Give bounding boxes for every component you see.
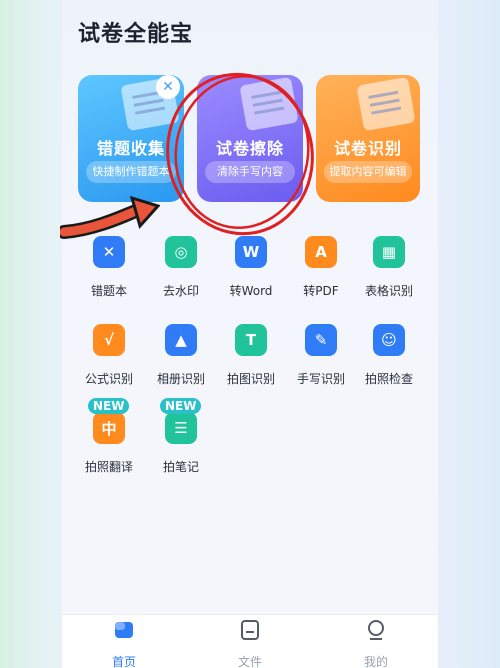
card-title: 错题收集: [96, 139, 165, 158]
tool-label: 拍照翻译: [84, 460, 133, 474]
note-icon: ☰: [165, 412, 197, 444]
tool-label: 表格识别: [364, 284, 413, 298]
app-screen: 试卷全能宝 ✕ 错题收集 快捷制作错题本 试卷擦除 清除手写内容 试卷识别 提取…: [62, 0, 438, 668]
handwriting-pen-icon: ✎: [305, 324, 337, 356]
tool-photo-translate[interactable]: NEW 中 拍照翻译: [72, 398, 146, 478]
nav-files[interactable]: 文件: [220, 619, 280, 668]
home-icon: [115, 622, 133, 638]
nav-label: 文件: [237, 655, 262, 668]
new-badge: NEW: [88, 398, 130, 414]
tool-label: 相册识别: [156, 372, 205, 386]
word-icon: W: [235, 236, 267, 268]
tool-label: 转PDF: [303, 284, 339, 298]
formula-icon: √: [93, 324, 125, 356]
tool-photo-notes[interactable]: NEW ☰ 拍笔记: [144, 398, 218, 478]
card-paper-recognition[interactable]: 试卷识别 提取内容可编辑: [316, 75, 420, 202]
tool-to-word[interactable]: W 转Word: [214, 232, 288, 302]
nav-home[interactable]: 首页: [94, 619, 154, 668]
new-badge: NEW: [160, 398, 202, 414]
translate-icon: 中: [93, 412, 125, 444]
tool-label: 拍笔记: [162, 460, 199, 474]
nav-label: 我的: [363, 655, 388, 668]
tool-album-recognition[interactable]: ▲ 相册识别: [144, 320, 218, 390]
paper-score-illustration-icon: [239, 76, 299, 132]
card-subtitle: 清除手写内容: [205, 161, 295, 183]
annotation-arrow-icon: [60, 196, 160, 239]
tool-label: 错题本: [90, 284, 127, 298]
watermark-brush-icon: ◎: [165, 236, 197, 268]
text-t-icon: T: [235, 324, 267, 356]
nav-label: 首页: [111, 655, 136, 668]
tool-label: 公式识别: [84, 372, 133, 386]
tool-photo-recognition[interactable]: T 拍图识别: [214, 320, 288, 390]
tool-label: 拍照检查: [364, 372, 413, 386]
card-subtitle: 提取内容可编辑: [324, 161, 412, 183]
card-title: 试卷擦除: [215, 139, 284, 158]
tool-to-pdf[interactable]: A 转PDF: [284, 232, 358, 302]
table-icon: ▦: [373, 236, 405, 268]
bottom-nav: 首页 文件 我的: [62, 614, 438, 668]
album-icon: ▲: [165, 324, 197, 356]
profile-icon: [368, 620, 384, 640]
tool-label: 去水印: [162, 284, 199, 298]
nav-me[interactable]: 我的: [346, 619, 406, 668]
file-icon: [241, 620, 259, 640]
tool-label: 转Word: [229, 284, 273, 298]
tool-table-recognition[interactable]: ▦ 表格识别: [352, 232, 426, 302]
close-mark-icon: ✕: [156, 75, 180, 99]
tool-handwriting-recognition[interactable]: ✎ 手写识别: [284, 320, 358, 390]
card-subtitle: 快捷制作错题本: [86, 161, 176, 183]
card-title: 试卷识别: [333, 139, 402, 158]
card-paper-erase[interactable]: 试卷擦除 清除手写内容: [197, 75, 303, 202]
card-mistake-collection[interactable]: ✕ 错题收集 快捷制作错题本: [78, 75, 184, 202]
camera-check-icon: ☺: [373, 324, 405, 356]
app-title: 试卷全能宝: [78, 22, 194, 47]
pdf-icon: A: [305, 236, 337, 268]
paper-search-illustration-icon: [356, 76, 416, 132]
tool-formula-recognition[interactable]: √ 公式识别: [72, 320, 146, 390]
tool-label: 手写识别: [296, 372, 345, 386]
tool-label: 拍图识别: [226, 372, 275, 386]
tool-photo-check[interactable]: ☺ 拍照检查: [352, 320, 426, 390]
